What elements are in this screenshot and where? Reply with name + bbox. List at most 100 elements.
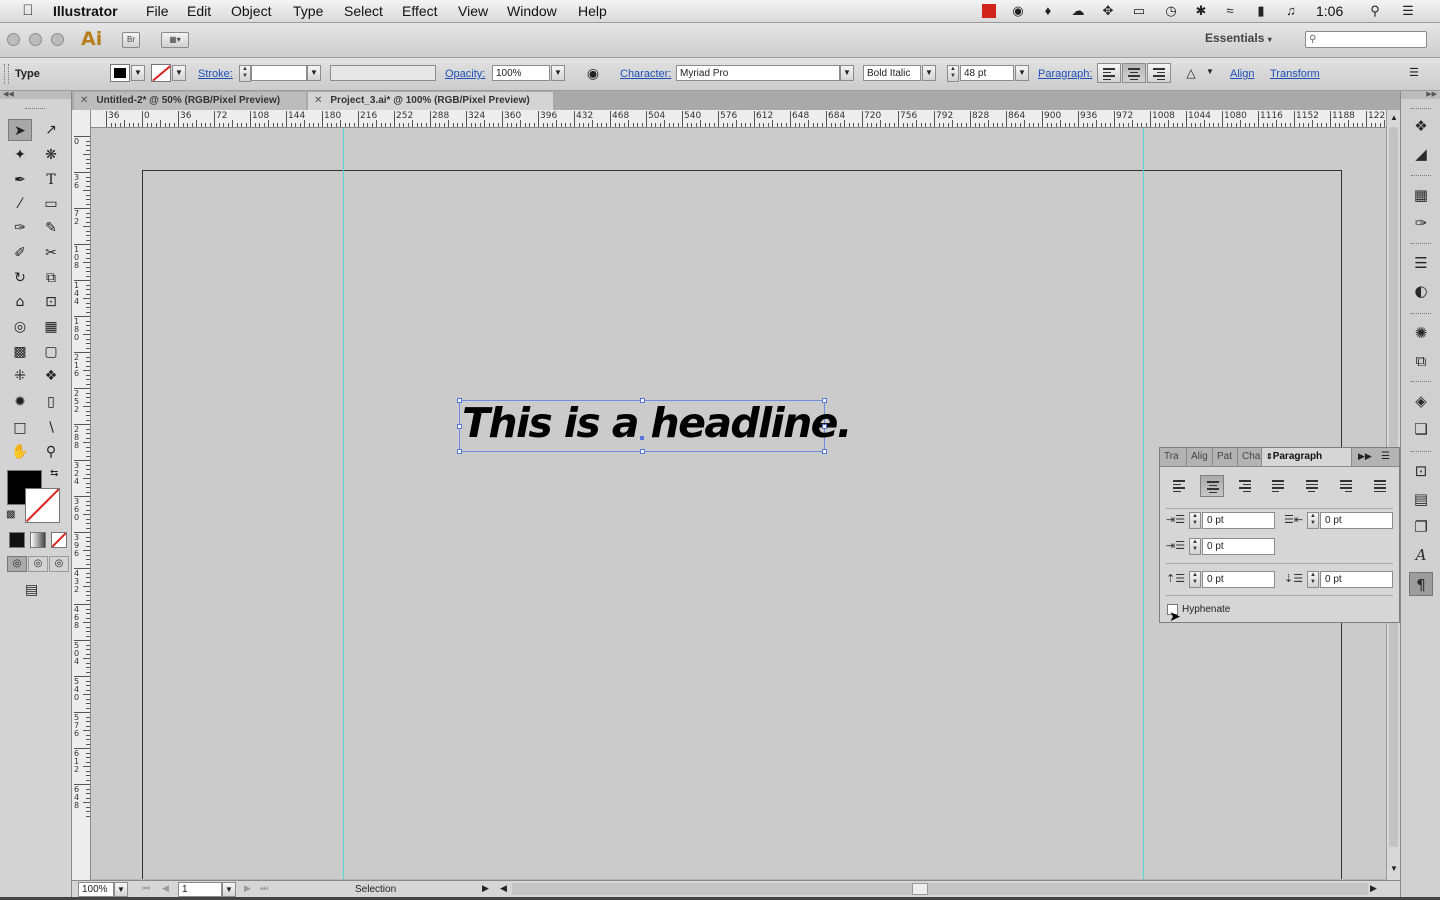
free-transform-tool-icon[interactable]: ⊡ <box>39 291 63 313</box>
tab-untitled-2[interactable]: ✕ Untitled-2* @ 50% (RGB/Pixel Preview) <box>74 92 306 110</box>
pen-tool-icon[interactable]: ✒ <box>8 169 32 191</box>
headline-text[interactable]: This is a headline. <box>462 399 852 447</box>
artboard-dropdown[interactable]: ▼ <box>222 882 236 897</box>
artboard-tool-icon[interactable]: □ <box>8 417 32 439</box>
tab-project-3[interactable]: ✕ Project_3.ai* @ 100% (RGB/Pixel Preview… <box>308 92 553 110</box>
flame-icon[interactable]: ♦ <box>1040 3 1056 19</box>
tab-align[interactable]: Alig <box>1187 448 1213 466</box>
scroll-thumb[interactable] <box>912 883 928 895</box>
eyedropper-tool-icon[interactable]: ⁜ <box>8 365 32 387</box>
tools-panel-header[interactable]: ◀◀ <box>0 91 71 99</box>
resize-handle[interactable] <box>640 398 645 403</box>
stroke-dropdown[interactable]: ▼ <box>172 65 186 81</box>
rotate-tool-icon[interactable]: ↻ <box>8 267 32 289</box>
resize-handle[interactable] <box>457 398 462 403</box>
resize-handle[interactable] <box>822 424 827 429</box>
resize-handle[interactable] <box>457 424 462 429</box>
scroll-left-icon[interactable]: ◀ <box>500 883 507 894</box>
creative-cloud-icon[interactable]: ◉ <box>1010 3 1026 19</box>
menu-window[interactable]: Window <box>507 3 557 19</box>
horizontal-scrollbar[interactable] <box>512 883 1368 895</box>
color-icon[interactable]: ◢ <box>1409 142 1433 166</box>
menu-effect[interactable]: Effect <box>402 3 438 19</box>
first-line-indent-stepper[interactable]: ▲ ▼ <box>1189 538 1201 555</box>
dock-grip[interactable] <box>1411 108 1431 110</box>
resize-handle[interactable] <box>822 449 827 454</box>
direct-selection-tool-icon[interactable]: ↗ <box>39 119 63 141</box>
first-line-indent-field[interactable]: 0 pt <box>1202 538 1275 555</box>
envelope-warp-icon[interactable]: △ <box>1183 66 1199 80</box>
align-right-button[interactable] <box>1233 475 1257 497</box>
dock-grip[interactable] <box>1411 175 1431 177</box>
bluetooth-icon[interactable]: ✱ <box>1193 3 1209 19</box>
menu-edit[interactable]: Edit <box>187 3 211 19</box>
stroke-swatch[interactable] <box>151 64 171 82</box>
zoom-field[interactable]: 100% <box>78 882 114 897</box>
align-panel-icon[interactable]: ▤ <box>1409 487 1433 511</box>
stroke-icon[interactable]: ☰ <box>1409 251 1433 275</box>
right-indent-field[interactable]: 0 pt <box>1320 512 1393 529</box>
graphic-styles-icon[interactable]: ✺ <box>1409 321 1433 345</box>
cloud-icon[interactable]: ☁ <box>1070 3 1086 19</box>
resize-handle[interactable] <box>640 449 645 454</box>
symbol-sprayer-tool-icon[interactable]: ✹ <box>8 391 32 413</box>
opacity-field[interactable]: 100% <box>492 65 550 81</box>
font-style-field[interactable]: Bold Italic <box>863 65 921 81</box>
time-machine-icon[interactable]: ◷ <box>1163 3 1179 19</box>
pencil-tool-icon[interactable]: ✎ <box>39 217 63 239</box>
align-center-button[interactable] <box>1122 63 1146 83</box>
left-indent-field[interactable]: 0 pt <box>1202 512 1275 529</box>
artboard-number-field[interactable]: 1 <box>178 882 222 897</box>
hand-tool-icon[interactable]: ✋ <box>8 441 32 463</box>
tab-pathfinder[interactable]: Pat <box>1213 448 1238 466</box>
align-link[interactable]: Align <box>1230 68 1254 80</box>
vertical-ruler[interactable]: 0 36 72 108 144 180 216 252 288 324 360 396 432 468 50… <box>72 110 91 880</box>
tab-paragraph[interactable]: ⇕Paragraph <box>1262 448 1352 466</box>
scroll-down-icon[interactable]: ▼ <box>1390 864 1398 873</box>
font-family-field[interactable]: Myriad Pro <box>676 65 840 81</box>
paragraph-panel-icon[interactable]: ¶ <box>1409 572 1433 596</box>
scale-tool-icon[interactable]: ⧉ <box>39 267 63 289</box>
zoom-dropdown[interactable]: ▼ <box>114 882 128 897</box>
variable-width-profile[interactable] <box>330 65 436 81</box>
panel-menu-icon[interactable]: ☰ <box>1381 451 1390 462</box>
default-colors-icon[interactable]: ▩ <box>6 509 15 520</box>
tools-grip[interactable] <box>25 108 45 109</box>
workspace-switcher[interactable]: Essentials ▾ <box>1205 31 1272 45</box>
brushes-icon[interactable]: ✑ <box>1409 211 1433 235</box>
minimize-window-icon[interactable] <box>29 33 42 46</box>
close-tab-icon[interactable]: ✕ <box>80 95 88 106</box>
selection-tool-icon[interactable]: ➤ <box>8 119 32 141</box>
battery-icon[interactable]: ▮ <box>1253 3 1269 19</box>
pathfinder-icon[interactable]: ❐ <box>1409 515 1433 539</box>
scissors-tool-icon[interactable]: ✂ <box>39 242 63 264</box>
space-after-stepper[interactable]: ▲ ▼ <box>1307 571 1319 588</box>
control-bar-grip[interactable] <box>4 64 9 84</box>
scroll-up-icon[interactable]: ▲ <box>1390 113 1398 122</box>
dock-grip[interactable] <box>1411 451 1431 453</box>
swap-colors-icon[interactable]: ⇆ <box>50 468 58 479</box>
wifi-icon[interactable]: ≈ <box>1222 3 1238 19</box>
slice-tool-icon[interactable]: ∖ <box>39 417 63 439</box>
rectangle-tool-icon[interactable]: ▭ <box>39 193 63 215</box>
airplay-icon[interactable]: ▭ <box>1131 3 1147 19</box>
apple-icon[interactable]:  <box>20 3 36 19</box>
align-center-button[interactable] <box>1200 475 1224 497</box>
font-size-stepper[interactable]: ▲ ▼ <box>947 65 959 82</box>
swatches-icon[interactable]: ▦ <box>1409 183 1433 207</box>
line-segment-tool-icon[interactable]: ⁄ <box>8 193 32 215</box>
horizontal-ruler[interactable]: 36 0 36 72 108 144 180 216 252 288 324 360 396 432 468… <box>90 110 1386 128</box>
menu-file[interactable]: File <box>146 3 169 19</box>
justify-last-center-button[interactable] <box>1300 475 1324 497</box>
gradient-mode-button[interactable] <box>30 532 46 548</box>
fill-swatch[interactable] <box>110 64 130 82</box>
opacity-link[interactable]: Opacity: <box>445 68 485 80</box>
draw-inside-button[interactable]: ◎ <box>49 556 69 572</box>
paragraph-link[interactable]: Paragraph: <box>1038 68 1092 80</box>
stroke-weight-dropdown[interactable]: ▼ <box>307 65 321 81</box>
menu-help[interactable]: Help <box>578 3 607 19</box>
dock-grip[interactable] <box>1411 381 1431 383</box>
stroke-color-swatch[interactable] <box>25 488 60 523</box>
justify-last-right-button[interactable] <box>1334 475 1358 497</box>
scroll-right-icon[interactable]: ▶ <box>1370 883 1377 894</box>
